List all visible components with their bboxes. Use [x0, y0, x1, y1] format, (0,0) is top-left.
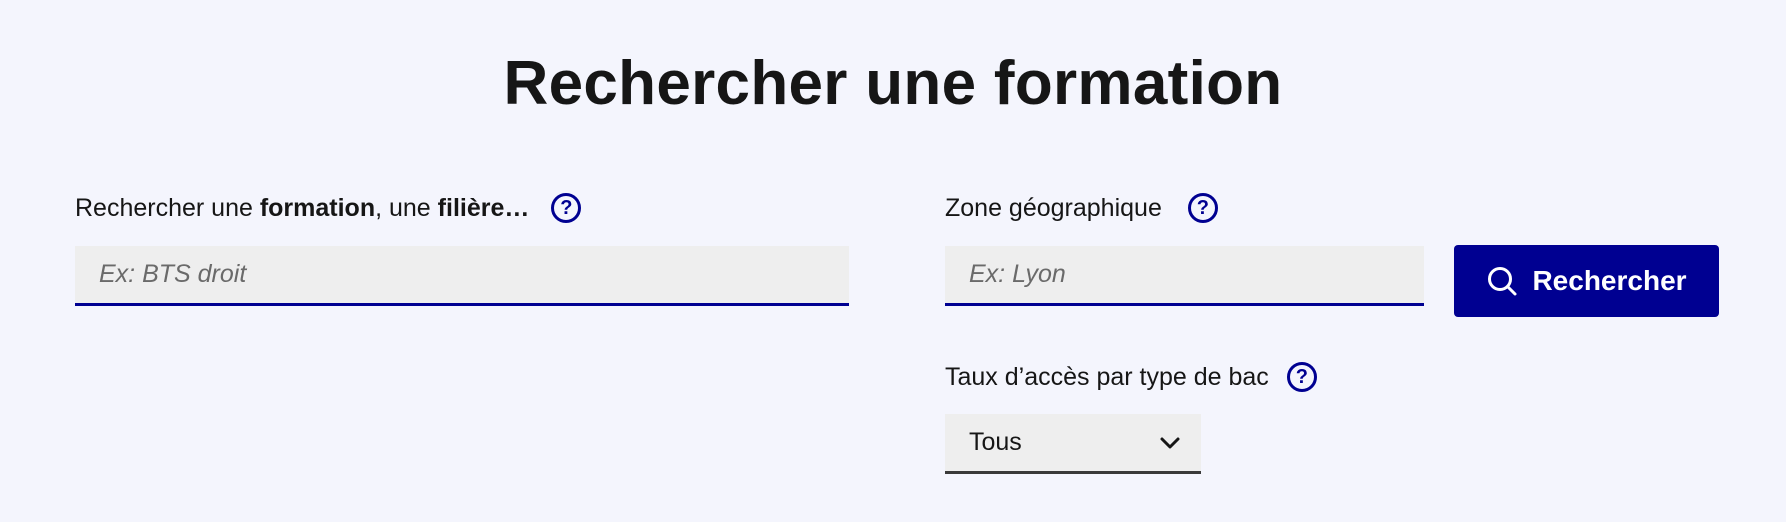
search-button-label: Rechercher [1532, 265, 1687, 296]
taux-label: Taux d’accès par type de bac ? [945, 361, 1317, 393]
zone-help-icon[interactable]: ? [1187, 193, 1218, 223]
formation-label-bold2: filière [437, 194, 505, 222]
bac-type-select[interactable]: Tous [945, 414, 1201, 474]
formation-label-part3: … [504, 194, 530, 222]
search-icon [1488, 267, 1517, 296]
taux-label-text: Taux d’accès par type de bac [945, 363, 1269, 391]
formation-label: Rechercher une formation, une filière… ? [75, 192, 582, 224]
zone-label-text: Zone géographique [945, 194, 1162, 222]
formation-label-bold1: formation [259, 194, 376, 222]
formation-help-icon[interactable]: ? [551, 193, 582, 223]
search-button[interactable]: Rechercher [1454, 245, 1719, 317]
page-title: Rechercher une formation [503, 49, 1283, 118]
formation-label-part1: Rechercher une [75, 194, 260, 222]
bac-type-selected-value: Tous [969, 428, 1022, 456]
taux-help-icon[interactable]: ? [1286, 362, 1317, 392]
zone-search-input[interactable] [945, 246, 1424, 306]
formation-label-part2: , une [375, 194, 438, 222]
formation-search-input[interactable] [75, 246, 849, 306]
zone-label: Zone géographique ? [945, 192, 1218, 224]
chevron-down-icon [1160, 437, 1180, 448]
